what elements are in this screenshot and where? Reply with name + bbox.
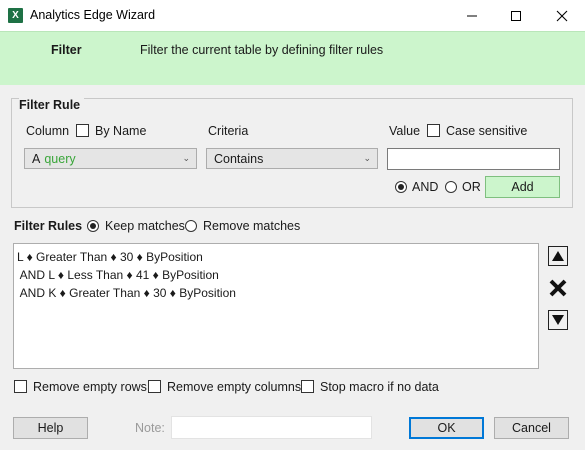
case-sensitive-checkbox[interactable] [427, 124, 440, 137]
remove-empty-columns-label: Remove empty columns [167, 380, 302, 394]
list-item[interactable]: AND L ♦ Less Than ♦ 41 ♦ ByPosition [17, 266, 535, 284]
stop-macro-label: Stop macro if no data [320, 380, 439, 394]
title-bar: X Analytics Edge Wizard [0, 0, 585, 31]
header-banner [0, 31, 585, 85]
or-label: OR [462, 180, 481, 194]
and-radio[interactable] [395, 181, 407, 193]
remove-empty-rows-checkbox[interactable] [14, 380, 27, 393]
remove-matches-label: Remove matches [203, 219, 301, 233]
keep-matches-radio[interactable] [87, 220, 99, 232]
ok-button[interactable]: OK [409, 417, 484, 439]
cancel-button[interactable]: Cancel [494, 417, 569, 439]
delete-x-icon [549, 279, 567, 297]
delete-rule-button[interactable] [547, 277, 569, 299]
note-label: Note: [135, 421, 165, 435]
list-item[interactable]: L ♦ Greater Than ♦ 30 ♦ ByPosition [17, 248, 535, 266]
close-icon [556, 10, 568, 21]
by-name-label: By Name [95, 124, 147, 138]
arrow-down-icon [548, 310, 568, 330]
step-title: Filter [51, 43, 82, 57]
criteria-value: Contains [214, 151, 264, 166]
chevron-down-icon: ⌄ [182, 153, 190, 163]
minimize-icon [467, 15, 477, 16]
column-value: query [44, 151, 76, 166]
keep-matches-label: Keep matches [105, 219, 185, 233]
note-input[interactable] [171, 416, 372, 439]
case-sensitive-label: Case sensitive [446, 124, 528, 138]
filter-rule-group-title: Filter Rule [19, 98, 85, 112]
remove-empty-rows-label: Remove empty rows [33, 380, 147, 394]
criteria-label: Criteria [208, 124, 249, 138]
stop-macro-checkbox[interactable] [301, 380, 314, 393]
close-button[interactable] [539, 0, 585, 31]
maximize-icon [511, 10, 521, 21]
column-label: Column [26, 124, 70, 138]
maximize-button[interactable] [493, 0, 539, 31]
or-radio[interactable] [445, 181, 457, 193]
arrow-up-icon [548, 246, 568, 266]
window-title: Analytics Edge Wizard [30, 8, 156, 22]
remove-matches-radio[interactable] [185, 220, 197, 232]
filter-rules-list[interactable]: L ♦ Greater Than ♦ 30 ♦ ByPosition AND L… [13, 243, 539, 369]
value-input[interactable] [387, 148, 560, 170]
move-up-button[interactable] [547, 245, 569, 267]
list-item[interactable]: AND K ♦ Greater Than ♦ 30 ♦ ByPosition [17, 284, 535, 302]
filter-rules-title: Filter Rules [14, 219, 83, 233]
column-select[interactable]: A query ⌄ [24, 148, 197, 169]
value-label: Value [389, 124, 421, 138]
remove-empty-columns-checkbox[interactable] [148, 380, 161, 393]
column-prefix: A [32, 151, 41, 166]
add-button[interactable]: Add [485, 176, 560, 198]
help-button[interactable]: Help [13, 417, 88, 439]
move-down-button[interactable] [547, 309, 569, 331]
and-label: AND [412, 180, 439, 194]
chevron-down-icon: ⌄ [363, 153, 371, 163]
criteria-select[interactable]: Contains ⌄ [206, 148, 378, 169]
excel-icon: X [8, 8, 23, 23]
step-description: Filter the current table by defining fil… [140, 43, 384, 57]
minimize-button[interactable] [449, 0, 495, 31]
by-name-checkbox[interactable] [76, 124, 89, 137]
